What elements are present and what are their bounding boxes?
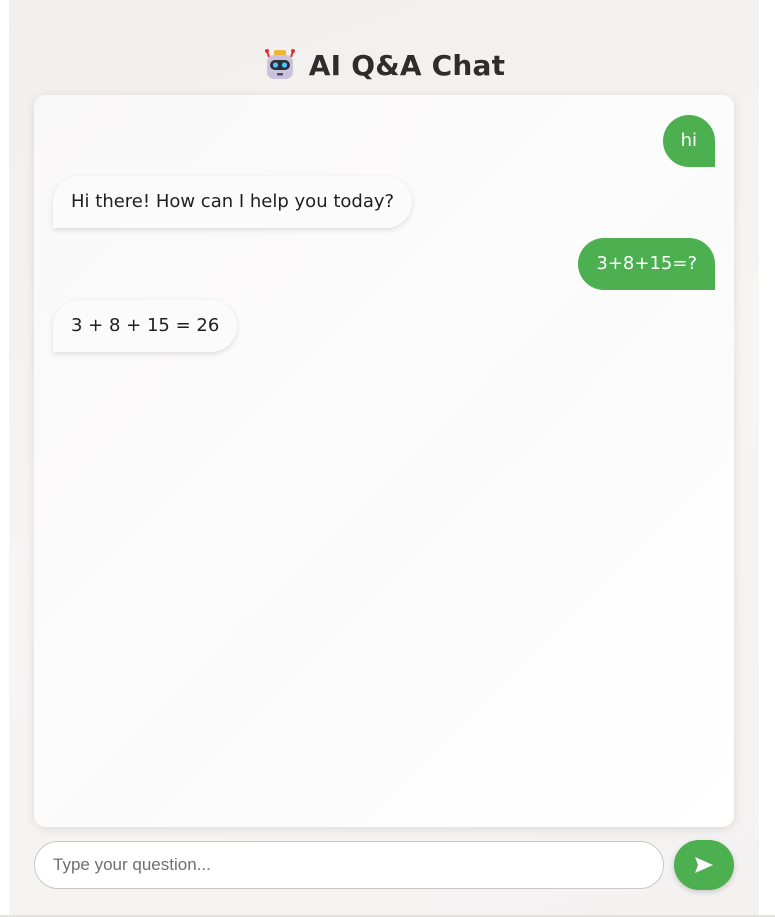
header: AI Q&A Chat xyxy=(9,40,759,90)
page-title: AI Q&A Chat xyxy=(308,48,506,82)
user-message: hi xyxy=(662,115,715,167)
bot-message: 3 + 8 + 15 = 26 xyxy=(53,300,238,352)
app-page: AI Q&A Chat hi Hi there! How can I help … xyxy=(9,0,759,915)
user-message: 3+8+15=? xyxy=(578,238,715,290)
question-input[interactable] xyxy=(34,841,664,889)
chat-messages-panel[interactable]: hi Hi there! How can I help you today? 3… xyxy=(34,95,734,827)
send-button[interactable] xyxy=(674,840,734,890)
send-arrow-icon xyxy=(695,857,713,873)
robot-icon xyxy=(264,49,295,79)
bot-message: Hi there! How can I help you today? xyxy=(53,176,413,228)
